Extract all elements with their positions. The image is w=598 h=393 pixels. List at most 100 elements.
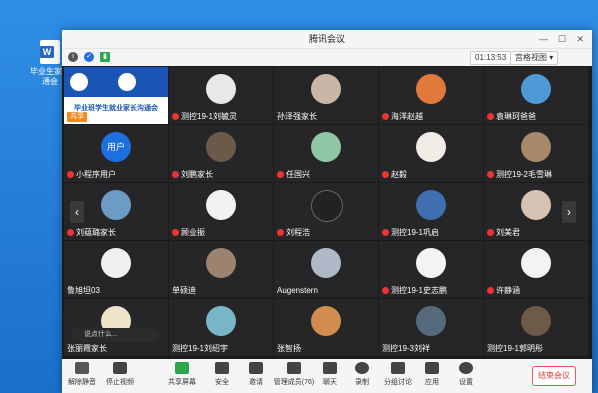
next-page-button[interactable]: › [562, 201, 576, 223]
avatar [206, 248, 236, 278]
muted-mic-icon [277, 171, 284, 178]
participant-tile[interactable]: 孙泽强家长 [274, 67, 378, 124]
share-screen-icon [175, 362, 189, 374]
invite-icon [249, 362, 263, 374]
breakout-icon [391, 362, 405, 374]
participant-name: 海洋赵越 [382, 112, 423, 122]
avatar [311, 132, 341, 162]
muted-mic-icon [382, 171, 389, 178]
view-mode-button[interactable]: 宫格视图 ▾ [510, 51, 559, 65]
participant-tile[interactable]: 测控19-1郭明彤 [484, 299, 588, 356]
participant-name: 测控19-3刘祥 [382, 344, 431, 353]
participant-tile[interactable]: 单硕迪 [169, 241, 273, 298]
participant-name: 测控19-1刘绍宇 [172, 344, 229, 353]
participant-name: 任国兴 [277, 170, 310, 180]
avatar [416, 248, 446, 278]
avatar [416, 74, 446, 104]
participant-name: 测控19-1巩启 [382, 228, 439, 238]
settings-button[interactable]: 设置 [448, 362, 484, 387]
participant-tile[interactable]: 袁琳珂爸爸 [484, 67, 588, 124]
muted-mic-icon [382, 113, 389, 120]
participant-tile[interactable]: Augenstern [274, 241, 378, 298]
mute-button[interactable]: 解除静音 [64, 362, 100, 387]
meeting-info-bar: i ✓ ▮ 01:13:53 宫格视图 ▾ [62, 48, 592, 66]
avatar [311, 190, 343, 222]
video-grid: 毕业班学生就业家长沟通会 共享 测控19-1刘毓灵 孙泽强家长 海洋赵越 袁琳珂… [62, 66, 592, 359]
avatar [206, 190, 236, 220]
prev-page-button[interactable]: ‹ [70, 201, 84, 223]
participant-tile[interactable]: 张智扬 [274, 299, 378, 356]
muted-mic-icon [67, 171, 74, 178]
participant-name: 顾业振 [172, 228, 205, 238]
participant-tile[interactable]: 赵毅 [379, 125, 483, 182]
participant-tile[interactable]: 测控19-1巩启 [379, 183, 483, 240]
chat-icon [323, 362, 337, 374]
shield-icon[interactable]: ✓ [84, 52, 94, 62]
avatar [521, 74, 551, 104]
avatar [206, 306, 236, 336]
user-badge-icon: 用户 [101, 132, 131, 162]
participant-tile[interactable]: 测控19-3刘祥 [379, 299, 483, 356]
participant-tile[interactable]: 刘程浩 [274, 183, 378, 240]
participant-name: 刘蕴璐家长 [67, 228, 116, 238]
info-icon[interactable]: i [68, 52, 78, 62]
camera-icon [113, 362, 127, 374]
avatar [521, 306, 551, 336]
participant-name: 刘美君 [487, 228, 520, 238]
participant-tile[interactable]: 测控19-1刘毓灵 [169, 67, 273, 124]
muted-mic-icon [172, 171, 179, 178]
minimize-icon[interactable]: — [539, 30, 548, 48]
chat-button[interactable]: 聊天 [312, 362, 348, 387]
avatar [416, 306, 446, 336]
participant-name: 测控19-2毛雪琳 [487, 170, 552, 180]
participant-tile[interactable]: 许静涵 [484, 241, 588, 298]
participant-name: Augenstern [277, 286, 318, 295]
participant-tile[interactable]: 用户 小程序用户 [64, 125, 168, 182]
apps-button[interactable]: 应用 [414, 362, 450, 387]
security-button[interactable]: 安全 [204, 362, 240, 387]
meeting-window: 腾讯会议 — ☐ ✕ i ✓ ▮ 01:13:53 宫格视图 ▾ 毕业班学生就业… [62, 30, 592, 393]
shield-icon [215, 362, 229, 374]
chat-input[interactable]: 说点什么... [70, 328, 160, 342]
window-title: 腾讯会议 [308, 34, 345, 44]
apps-icon [425, 362, 439, 374]
avatar [521, 132, 551, 162]
word-doc-icon [40, 40, 60, 64]
maximize-icon[interactable]: ☐ [558, 30, 566, 48]
avatar [206, 74, 236, 104]
participant-tile[interactable]: 刘鹏家长 [169, 125, 273, 182]
share-banner [64, 67, 168, 97]
view-mode-label: 宫格视图 [515, 53, 547, 62]
participant-tile[interactable]: 任国兴 [274, 125, 378, 182]
record-icon [355, 362, 369, 374]
video-button[interactable]: 停止视频 [102, 362, 138, 387]
participant-tile[interactable]: 鲁旭坦03 [64, 241, 168, 298]
muted-mic-icon [67, 229, 74, 236]
gear-icon [459, 362, 473, 374]
participant-tile[interactable]: 测控19-2毛雪琳 [484, 125, 588, 182]
breakout-button[interactable]: 分组讨论 [380, 362, 416, 387]
participant-tile[interactable]: 海洋赵越 [379, 67, 483, 124]
participant-tile[interactable]: 顾业振 [169, 183, 273, 240]
meeting-timer: 01:13:53 [470, 51, 512, 65]
participant-tile[interactable]: 测控19-1刘绍宇 [169, 299, 273, 356]
avatar [101, 190, 131, 220]
end-meeting-button[interactable]: 结束会议 [532, 366, 576, 386]
close-icon[interactable]: ✕ [576, 30, 584, 48]
shared-screen-tile[interactable]: 毕业班学生就业家长沟通会 共享 [64, 67, 168, 124]
signal-icon[interactable]: ▮ [100, 52, 110, 62]
muted-mic-icon [487, 171, 494, 178]
avatar [416, 190, 446, 220]
muted-mic-icon [382, 287, 389, 294]
title-bar: 腾讯会议 — ☐ ✕ [62, 30, 592, 48]
participant-name: 测控19-1史志鹏 [382, 286, 447, 296]
members-icon [287, 362, 301, 374]
record-button[interactable]: 录制 [344, 362, 380, 387]
avatar [101, 248, 131, 278]
invite-button[interactable]: 邀请 [238, 362, 274, 387]
share-screen-button[interactable]: 共享屏幕 [164, 362, 200, 387]
manage-members-button[interactable]: 管理成员(76) [272, 362, 316, 387]
participant-tile[interactable]: 测控19-1史志鹏 [379, 241, 483, 298]
avatar [311, 248, 341, 278]
share-label: 共享 [67, 112, 87, 122]
